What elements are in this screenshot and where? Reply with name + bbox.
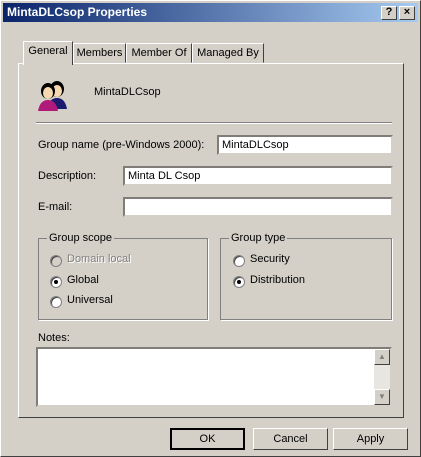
group-type-box: Group type Security Distribution (220, 232, 392, 320)
tab-general[interactable]: General (23, 41, 73, 65)
tab-managed-by-label: Managed By (197, 47, 259, 59)
help-button[interactable]: ? (381, 6, 397, 20)
global-radio[interactable] (50, 276, 62, 288)
tab-general-label: General (28, 45, 68, 57)
description-label: Description: (38, 170, 97, 182)
domain-local-label: Domain local (67, 253, 131, 265)
tab-managed-by[interactable]: Managed By (192, 43, 264, 63)
universal-radio[interactable] (50, 296, 62, 308)
notes-label: Notes: (38, 332, 70, 344)
radio-selected-dot (54, 280, 58, 284)
email-input[interactable] (123, 197, 393, 217)
tab-members[interactable]: Members (73, 43, 126, 63)
pre-windows-name-input[interactable]: MintaDLCsop (217, 135, 393, 155)
window-title: MintaDLCsop Properties (7, 5, 148, 19)
global-label: Global (67, 274, 99, 286)
group-scope-title: Group scope (47, 232, 114, 244)
group-scope-box: Group scope Domain local Global Universa… (38, 232, 208, 320)
universal-label: Universal (67, 294, 113, 306)
notes-scrollbar[interactable]: ▲ ▼ (374, 349, 390, 405)
radio-selected-dot (237, 280, 241, 284)
notes-textarea[interactable]: ▲ ▼ (36, 347, 392, 407)
tab-member-of-label: Member Of (131, 47, 187, 59)
email-label: E-mail: (38, 201, 73, 213)
description-input[interactable]: Minta DL Csop (123, 166, 393, 186)
distribution-label: Distribution (250, 274, 306, 286)
tab-members-label: Members (76, 47, 123, 59)
ok-button[interactable]: OK (170, 428, 245, 450)
domain-local-radio[interactable] (50, 255, 62, 267)
tab-member-of[interactable]: Member Of (126, 43, 192, 63)
title-bar: MintaDLCsop Properties ? × (3, 3, 418, 22)
group-users-icon (38, 81, 67, 111)
group-type-title: Group type (229, 232, 288, 244)
apply-button[interactable]: Apply (333, 428, 408, 450)
group-display-name: MintaDLCsop (94, 86, 161, 98)
security-radio[interactable] (233, 255, 245, 267)
cancel-button[interactable]: Cancel (253, 428, 328, 450)
scroll-down-icon[interactable]: ▼ (374, 389, 390, 405)
separator (36, 122, 392, 124)
distribution-radio[interactable] (233, 276, 245, 288)
properties-dialog: MintaDLCsop Properties ? × General Membe… (0, 0, 421, 457)
security-label: Security (250, 253, 290, 265)
pre-windows-label: Group name (pre-Windows 2000): (38, 139, 205, 151)
scroll-up-icon[interactable]: ▲ (374, 349, 390, 365)
close-button[interactable]: × (399, 6, 415, 20)
